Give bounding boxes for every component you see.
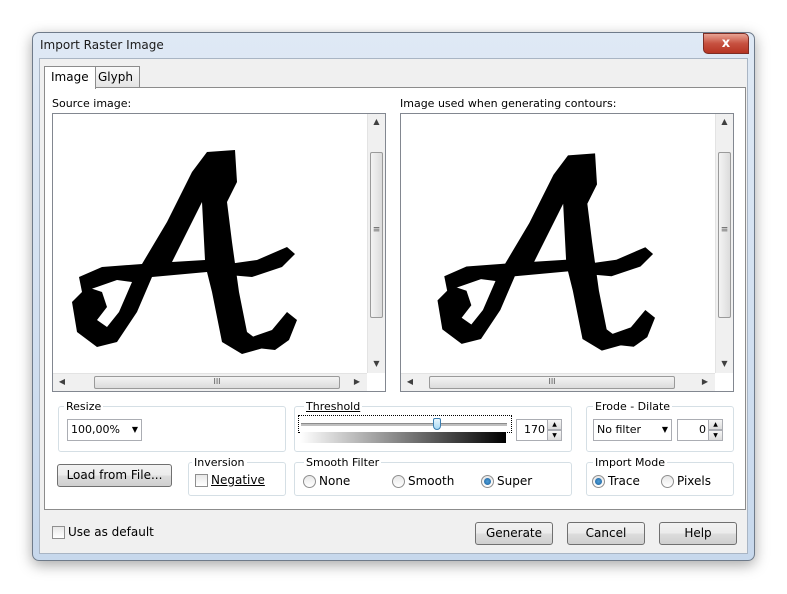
horizontal-scroll-thumb[interactable]: III (429, 376, 675, 389)
grip-icon: III (213, 377, 221, 386)
radio-none[interactable] (303, 475, 316, 488)
scroll-down-icon[interactable]: ▼ (716, 359, 733, 368)
scroll-right-icon[interactable]: ▶ (351, 377, 363, 386)
cancel-button[interactable]: Cancel (567, 522, 645, 545)
resize-combo[interactable]: 100,00% ▼ (67, 419, 142, 441)
output-image-pane[interactable]: ▲ ≡ ▼ ◀ III ▶ (400, 113, 734, 392)
erode-filter-value: No filter (597, 423, 642, 436)
tab-image[interactable]: Image (44, 66, 96, 89)
radio-super-label: Super (497, 474, 533, 488)
generate-button[interactable]: Generate (475, 522, 553, 545)
load-from-file-button[interactable]: Load from File... (57, 464, 172, 487)
radio-pixels-label: Pixels (677, 474, 712, 488)
resize-group-label: Resize (64, 400, 104, 413)
slider-track (301, 423, 507, 426)
slider-thumb[interactable] (433, 418, 441, 430)
radio-smooth-label: Smooth (408, 474, 455, 488)
radio-smooth[interactable] (392, 475, 405, 488)
scroll-left-icon[interactable]: ◀ (56, 377, 68, 386)
grip-icon: ≡ (720, 225, 729, 235)
horizontal-scroll-thumb[interactable]: III (94, 376, 340, 389)
scroll-up-icon[interactable]: ▲ (368, 117, 385, 126)
threshold-value-field[interactable]: 170 (516, 419, 549, 441)
source-glyph-image (72, 150, 297, 354)
erode-dilate-group-label: Erode - Dilate (593, 400, 673, 413)
spin-up-icon[interactable]: ▲ (708, 419, 723, 430)
output-horizontal-scrollbar[interactable]: ◀ III ▶ (401, 373, 715, 391)
negative-checkbox[interactable] (195, 474, 208, 487)
radio-super[interactable] (481, 475, 494, 488)
spin-down-icon[interactable]: ▼ (708, 430, 723, 441)
vertical-scroll-thumb[interactable]: ≡ (718, 152, 731, 318)
grip-icon: III (548, 377, 556, 386)
scroll-left-icon[interactable]: ◀ (404, 377, 416, 386)
source-horizontal-scrollbar[interactable]: ◀ III ▶ (53, 373, 367, 391)
scroll-up-icon[interactable]: ▲ (716, 117, 733, 126)
erode-filter-combo[interactable]: No filter ▼ (593, 419, 672, 441)
inversion-group-label: Inversion (192, 456, 247, 469)
chevron-down-icon: ▼ (661, 425, 668, 434)
radio-none-label: None (319, 474, 351, 488)
close-button[interactable]: x (703, 33, 749, 54)
erode-amount-field[interactable]: 0 (677, 419, 710, 441)
radio-trace-label: Trace (608, 474, 640, 488)
scroll-right-icon[interactable]: ▶ (699, 377, 711, 386)
scroll-down-icon[interactable]: ▼ (368, 359, 385, 368)
spin-down-icon[interactable]: ▼ (547, 430, 562, 441)
spin-up-icon[interactable]: ▲ (547, 419, 562, 430)
resize-value: 100,00% (71, 423, 120, 436)
threshold-gradient-bar (300, 432, 506, 443)
vertical-scroll-thumb[interactable]: ≡ (370, 152, 383, 318)
output-glyph-image (437, 153, 655, 351)
threshold-group-label: Threshold (304, 400, 363, 413)
source-vertical-scrollbar[interactable]: ▲ ≡ ▼ (367, 114, 385, 373)
grip-icon: ≡ (372, 225, 381, 235)
help-button[interactable]: Help (659, 522, 737, 545)
output-image-label: Image used when generating contours: (400, 97, 617, 110)
use-as-default-checkbox[interactable] (52, 526, 65, 539)
output-vertical-scrollbar[interactable]: ▲ ≡ ▼ (715, 114, 733, 373)
negative-label: Negative (211, 473, 265, 487)
tab-glyph[interactable]: Glyph (91, 66, 140, 88)
radio-pixels[interactable] (661, 475, 674, 488)
threshold-slider[interactable] (298, 415, 512, 433)
source-image-pane[interactable]: ▲ ≡ ▼ ◀ III ▶ (52, 113, 386, 392)
window-title: Import Raster Image (40, 38, 164, 52)
radio-trace[interactable] (592, 475, 605, 488)
import-mode-group-label: Import Mode (593, 456, 667, 469)
use-as-default-label: Use as default (68, 525, 154, 539)
chevron-down-icon: ▼ (131, 425, 138, 434)
source-image-label: Source image: (52, 97, 132, 110)
smooth-filter-group-label: Smooth Filter (304, 456, 382, 469)
